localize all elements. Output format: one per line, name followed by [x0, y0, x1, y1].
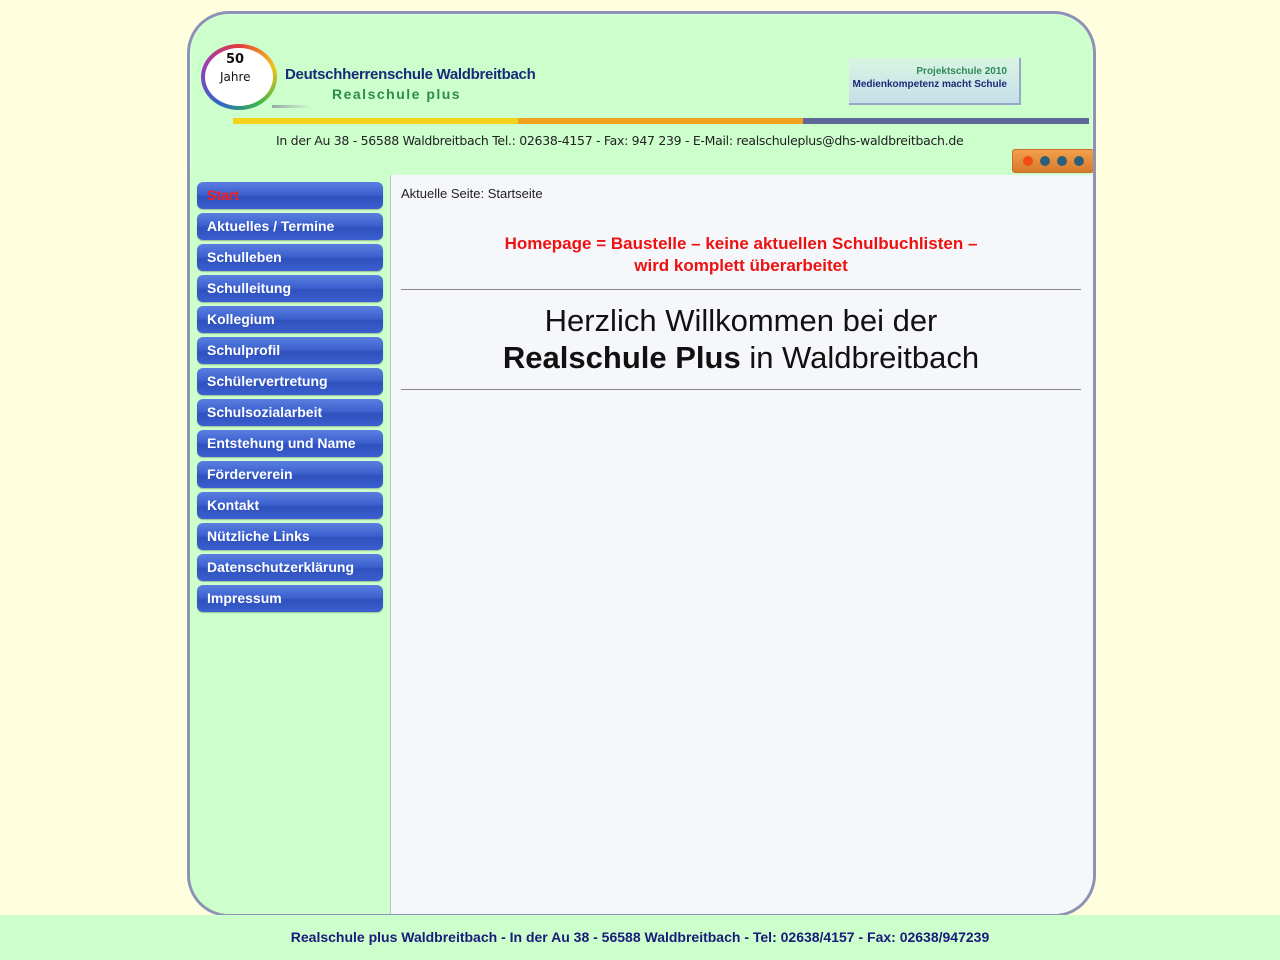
project-badge-title: Projektschule 2010: [916, 66, 1007, 77]
slide-dot-3[interactable]: [1056, 156, 1067, 166]
main-navigation: Start Aktuelles / Termine Schulleben Sch…: [197, 182, 383, 616]
page-frame: 50 Jahre Deutschherrenschule Waldbreitba…: [187, 11, 1096, 917]
nav-item-entstehung[interactable]: Entstehung und Name: [197, 430, 383, 457]
nav-item-links[interactable]: Nützliche Links: [197, 523, 383, 550]
divider-top: [401, 289, 1081, 290]
nav-item-schulprofil[interactable]: Schulprofil: [197, 337, 383, 364]
nav-item-kontakt[interactable]: Kontakt: [197, 492, 383, 519]
project-badge[interactable]: Projektschule 2010 Medienkompetenz macht…: [849, 58, 1021, 105]
notice-line-2: wird komplett überarbeitet: [634, 256, 848, 275]
header-address: In der Au 38 - 56588 Waldbreitbach Tel.:…: [276, 133, 964, 148]
welcome-heading: Herzlich Willkommen bei der Realschule P…: [401, 302, 1081, 376]
nav-item-schuelervertretung[interactable]: Schülervertretung: [197, 368, 383, 395]
slide-dot-1[interactable]: [1022, 156, 1033, 166]
logo-number: 50: [226, 52, 245, 67]
welcome-school-bold: Realschule Plus: [502, 340, 741, 375]
nav-item-datenschutz[interactable]: Datenschutzerklärung: [197, 554, 383, 581]
logo-underline: [272, 105, 312, 108]
header-color-bar: [233, 118, 1089, 124]
welcome-line-1: Herzlich Willkommen bei der: [544, 303, 938, 338]
nav-item-impressum[interactable]: Impressum: [197, 585, 383, 612]
slideshow-pager: [1012, 149, 1093, 173]
color-bar-yellow: [233, 118, 518, 124]
nav-item-schulleben[interactable]: Schulleben: [197, 244, 383, 271]
nav-item-schulsozialarbeit[interactable]: Schulsozialarbeit: [197, 399, 383, 426]
breadcrumb: Aktuelle Seite: Startseite: [401, 186, 543, 201]
main-content: Aktuelle Seite: Startseite Homepage = Ba…: [390, 175, 1093, 914]
construction-notice: Homepage = Baustelle – keine aktuellen S…: [401, 233, 1081, 277]
school-type: Realschule plus: [332, 86, 462, 102]
welcome-location: in Waldbreitbach: [740, 340, 980, 375]
notice-line-1: Homepage = Baustelle – keine aktuellen S…: [504, 234, 978, 253]
nav-item-kollegium[interactable]: Kollegium: [197, 306, 383, 333]
nav-item-schulleitung[interactable]: Schulleitung: [197, 275, 383, 302]
slide-dot-4[interactable]: [1073, 156, 1084, 166]
slide-dot-2[interactable]: [1039, 156, 1050, 166]
color-bar-blue: [803, 118, 1089, 124]
nav-item-aktuelles[interactable]: Aktuelles / Termine: [197, 213, 383, 240]
divider-bottom: [401, 389, 1081, 390]
color-bar-orange: [518, 118, 803, 124]
nav-item-foerderverein[interactable]: Förderverein: [197, 461, 383, 488]
welcome-line-2: Realschule Plus in Waldbreitbach: [401, 339, 1081, 376]
project-badge-subtitle: Medienkompetenz macht Schule: [852, 79, 1007, 90]
page-footer: Realschule plus Waldbreitbach - In der A…: [0, 915, 1280, 960]
logo-word: Jahre: [220, 70, 251, 84]
nav-item-start[interactable]: Start: [197, 182, 383, 209]
school-name: Deutschherrenschule Waldbreitbach: [285, 66, 536, 83]
